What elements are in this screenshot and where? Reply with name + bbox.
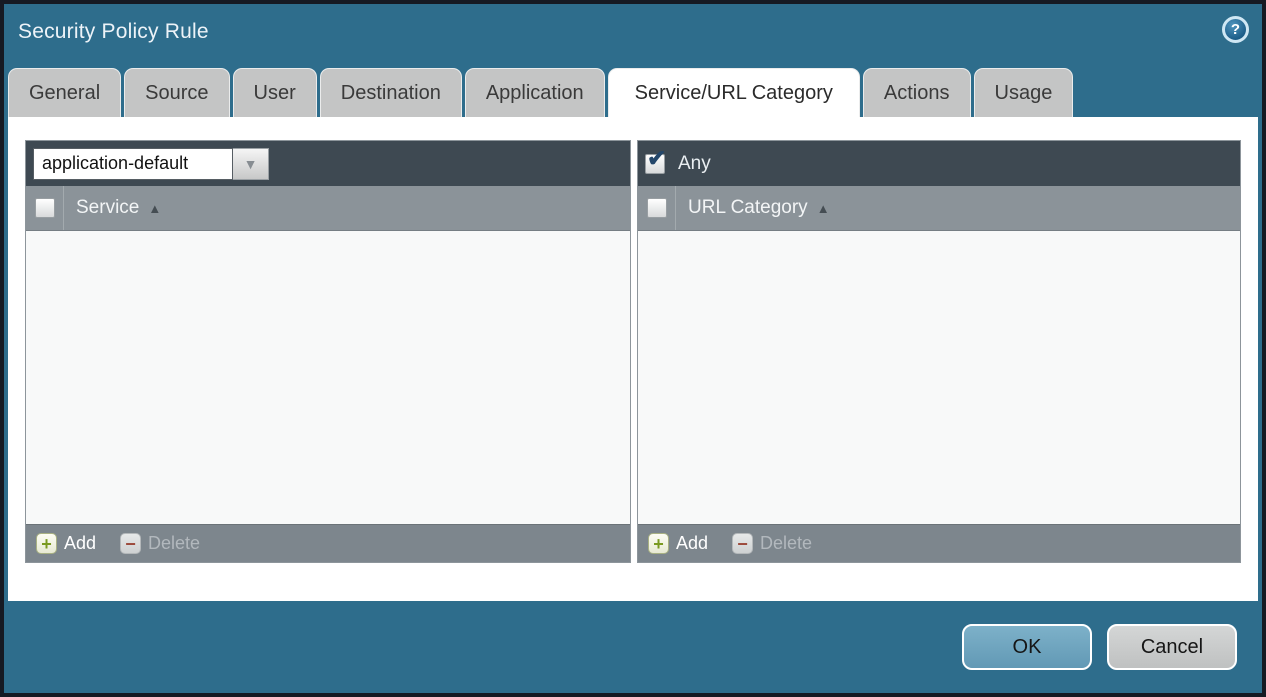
any-checkbox[interactable]: ✔: [645, 154, 665, 174]
title-bar: Security Policy Rule ?: [4, 4, 1262, 64]
url-category-select-all-cell: [638, 186, 676, 230]
service-panel-toolbar: ▼: [26, 141, 630, 186]
url-category-footer-toolbar: + Add − Delete: [638, 524, 1240, 562]
screen: Security Policy Rule ? General Source Us…: [0, 0, 1266, 697]
service-footer-toolbar: + Add − Delete: [26, 524, 630, 562]
any-checkbox-row: ✔ Any: [645, 153, 711, 175]
tab-user[interactable]: User: [233, 68, 317, 117]
service-type-dropdown-input[interactable]: [33, 148, 233, 180]
service-add-button[interactable]: + Add: [36, 533, 96, 554]
url-category-panel-toolbar: ✔ Any: [638, 141, 1240, 186]
tab-content-area: ▼ Service ▲ + A: [8, 117, 1258, 601]
url-category-select-all-checkbox[interactable]: [647, 198, 667, 218]
minus-icon: −: [732, 533, 753, 554]
service-list-body: [26, 231, 630, 524]
url-category-add-button[interactable]: + Add: [648, 533, 708, 554]
tab-application[interactable]: Application: [465, 68, 605, 117]
service-delete-button: − Delete: [120, 533, 200, 554]
service-column-header-label: Service: [76, 197, 139, 219]
ok-button[interactable]: OK: [962, 624, 1092, 670]
url-category-panel: ✔ Any URL Category ▲: [637, 140, 1241, 563]
minus-icon: −: [120, 533, 141, 554]
tab-service-url-category[interactable]: Service/URL Category: [608, 68, 860, 117]
checkmark-icon: ✔: [647, 147, 666, 170]
chevron-down-icon: ▼: [244, 157, 258, 171]
tab-usage[interactable]: Usage: [974, 68, 1074, 117]
service-panel: ▼ Service ▲ + A: [25, 140, 631, 563]
service-select-all-cell: [26, 186, 64, 230]
url-category-add-label: Add: [676, 533, 708, 554]
security-policy-rule-dialog: Security Policy Rule ? General Source Us…: [4, 4, 1262, 693]
service-select-all-checkbox[interactable]: [35, 198, 55, 218]
plus-icon: +: [36, 533, 57, 554]
service-column-header[interactable]: Service ▲: [64, 186, 161, 230]
url-category-column-header[interactable]: URL Category ▲: [676, 186, 830, 230]
tab-bar: General Source User Destination Applicat…: [8, 68, 1073, 117]
plus-icon: +: [648, 533, 669, 554]
sort-ascending-icon: ▲: [148, 201, 161, 216]
tab-actions[interactable]: Actions: [863, 68, 971, 117]
cancel-button[interactable]: Cancel: [1107, 624, 1237, 670]
url-category-column-header-row: URL Category ▲: [638, 186, 1240, 231]
service-type-dropdown: ▼: [33, 148, 269, 180]
tab-general[interactable]: General: [8, 68, 121, 117]
any-checkbox-label: Any: [678, 153, 711, 175]
sort-ascending-icon: ▲: [817, 201, 830, 216]
url-category-column-header-label: URL Category: [688, 197, 808, 219]
tab-destination[interactable]: Destination: [320, 68, 462, 117]
dialog-title: Security Policy Rule: [18, 20, 209, 44]
tab-source[interactable]: Source: [124, 68, 229, 117]
service-delete-label: Delete: [148, 533, 200, 554]
url-category-delete-button: − Delete: [732, 533, 812, 554]
url-category-delete-label: Delete: [760, 533, 812, 554]
service-add-label: Add: [64, 533, 96, 554]
service-column-header-row: Service ▲: [26, 186, 630, 231]
service-type-dropdown-button[interactable]: ▼: [233, 148, 269, 180]
url-category-list-body: [638, 231, 1240, 524]
dialog-action-buttons: OK Cancel: [962, 624, 1237, 670]
help-icon-glyph: ?: [1231, 21, 1240, 38]
help-icon[interactable]: ?: [1222, 16, 1249, 43]
